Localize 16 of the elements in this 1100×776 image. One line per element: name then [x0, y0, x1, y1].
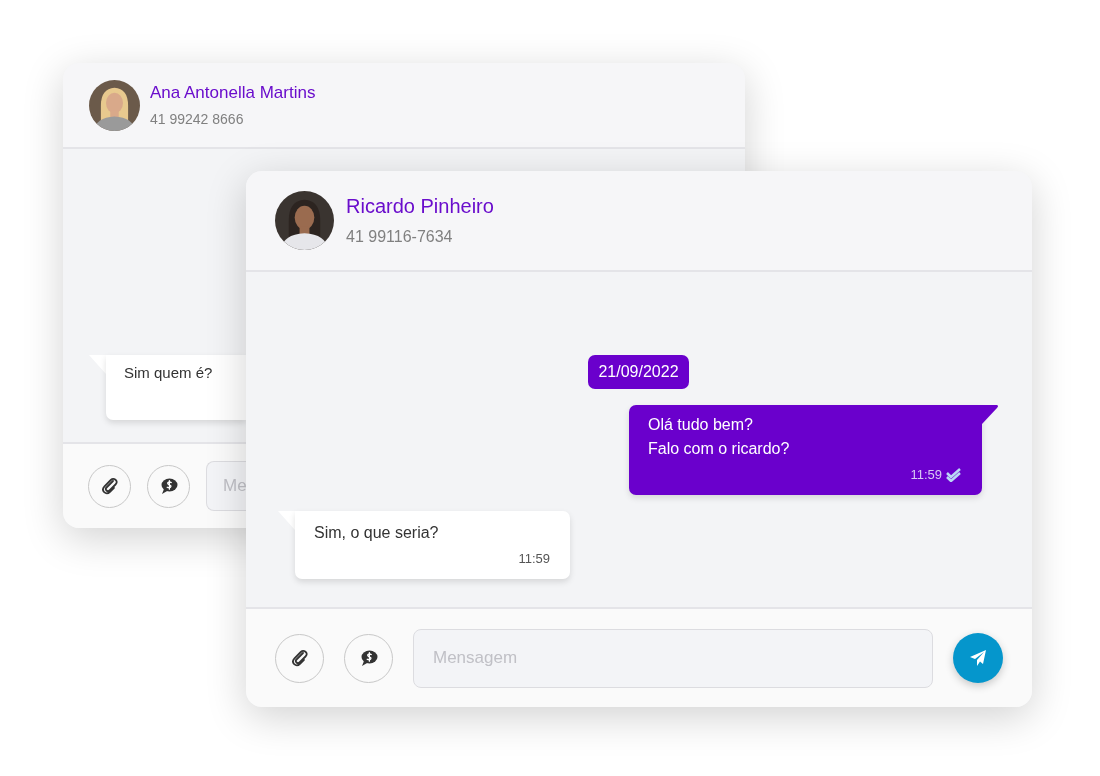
money-bubble-icon — [359, 649, 378, 667]
contact-name: Ana Antonella Martins — [150, 83, 316, 103]
message-time: 11:59 — [518, 551, 550, 566]
message-text: Sim, o que seria? — [313, 523, 440, 543]
money-bubble-icon — [159, 477, 178, 495]
message-text: Olá tudo bem? Falo com o ricardo? — [647, 415, 791, 459]
paperclip-icon — [290, 649, 309, 667]
date-chip: 21/09/2022 — [588, 355, 689, 389]
contact-name: Ricardo Pinheiro — [346, 195, 494, 218]
contact-phone: 41 99242 8666 — [150, 111, 245, 127]
contact-phone: 41 99116-7634 — [346, 228, 454, 246]
paper-plane-icon — [969, 649, 987, 667]
message-time: 11:59 — [910, 467, 942, 482]
paperclip-icon — [100, 477, 119, 495]
message-text: Sim quem é? — [123, 363, 214, 383]
send-button[interactable] — [953, 633, 1003, 683]
